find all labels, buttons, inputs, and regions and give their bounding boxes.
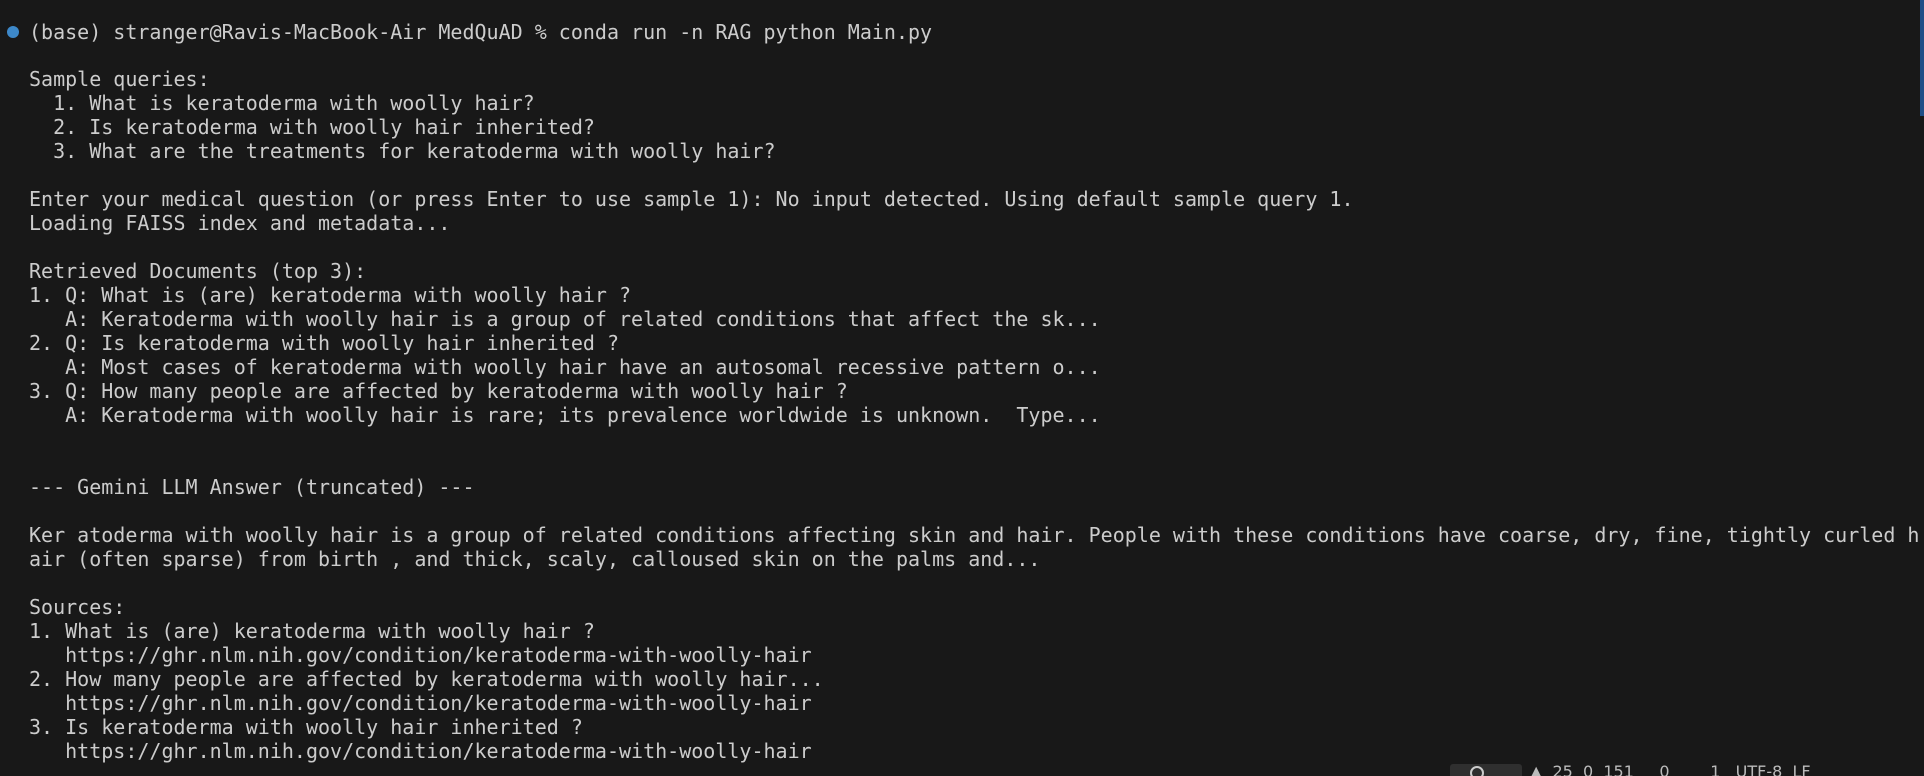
output-line: 3. Is keratoderma with woolly hair inher… (29, 715, 583, 739)
output-line: https://ghr.nlm.nih.gov/condition/kerato… (29, 739, 812, 763)
output-line: --- Gemini LLM Answer (truncated) --- (29, 475, 475, 499)
status-bar: ▲ 25 0 151 0 1 UTF-8 LF (1450, 764, 1924, 776)
output-line: 2. Is keratoderma with woolly hair inher… (29, 115, 595, 139)
terminal-panel[interactable]: (base) stranger@Ravis-MacBook-Air MedQuA… (0, 0, 1924, 776)
status-bar-search-item[interactable] (1450, 764, 1522, 776)
output-line: A: Keratoderma with woolly hair is rare;… (29, 403, 1101, 427)
output-line: https://ghr.nlm.nih.gov/condition/kerato… (29, 643, 812, 667)
command-status-dot-icon (7, 26, 19, 38)
output-line: Sample queries: (29, 67, 210, 91)
terminal-prompt-line: (base) stranger@Ravis-MacBook-Air MedQuA… (29, 20, 933, 44)
output-line: Enter your medical question (or press En… (29, 187, 1354, 211)
output-line: Sources: (29, 595, 126, 619)
output-line: https://ghr.nlm.nih.gov/condition/kerato… (29, 691, 812, 715)
search-icon (1470, 766, 1484, 776)
output-line: 3. What are the treatments for keratoder… (29, 139, 776, 163)
output-line: Retrieved Documents (top 3): (29, 259, 367, 283)
output-line: 3. Q: How many people are affected by ke… (29, 379, 848, 403)
scrollbar-accent[interactable] (1920, 0, 1924, 116)
output-line: Ker atoderma with woolly hair is a group… (29, 523, 1920, 547)
output-line: 1. Q: What is (are) keratoderma with woo… (29, 283, 632, 307)
output-line: air (often sparse) from birth , and thic… (29, 547, 1041, 571)
output-line: 1. What is (are) keratoderma with woolly… (29, 619, 595, 643)
output-line: A: Most cases of keratoderma with woolly… (29, 355, 1101, 379)
status-bar-text: ▲ 25 0 151 0 1 UTF-8 LF (1530, 764, 1811, 776)
output-line: 2. How many people are affected by kerat… (29, 667, 824, 691)
output-line: A: Keratoderma with woolly hair is a gro… (29, 307, 1101, 331)
output-line: 1. What is keratoderma with woolly hair? (29, 91, 535, 115)
output-line: 2. Q: Is keratoderma with woolly hair in… (29, 331, 620, 355)
output-line: Loading FAISS index and metadata... (29, 211, 451, 235)
